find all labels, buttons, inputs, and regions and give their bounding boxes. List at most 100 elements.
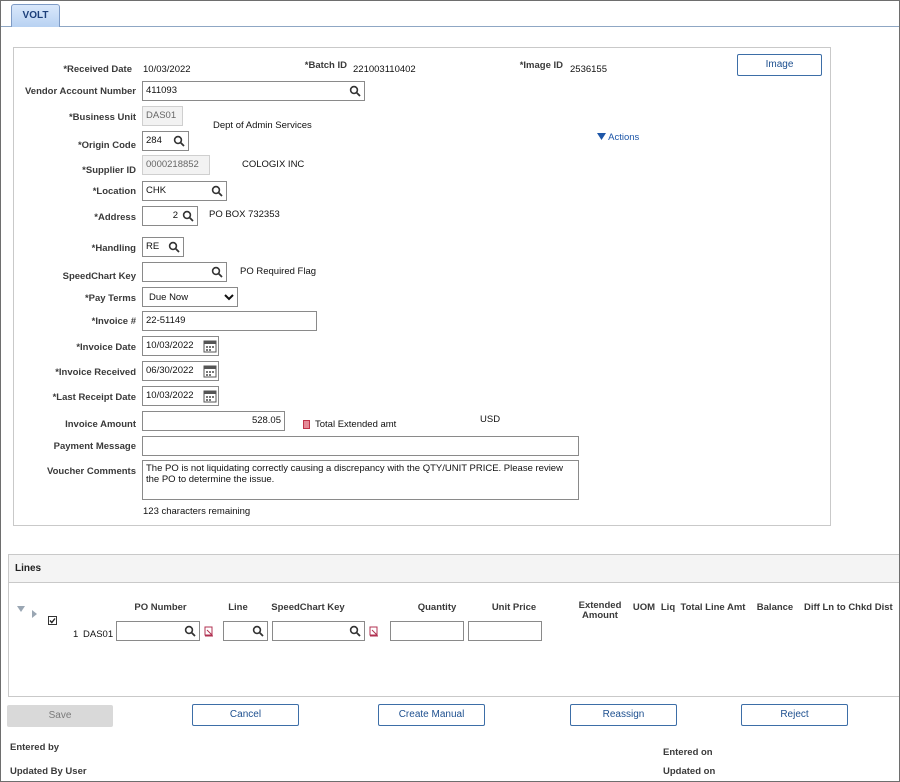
supplier-id-input: 0000218852 (142, 155, 210, 175)
handling-label: *Handling (91, 243, 136, 254)
save-button[interactable]: Save (7, 705, 113, 727)
line-select-checkbox[interactable] (48, 616, 57, 625)
col-balance: Balance (756, 602, 794, 613)
voucher-comments-textarea[interactable]: The PO is not liquidating correctly caus… (142, 460, 579, 500)
col-line: Line (228, 602, 248, 613)
invoice-date-value: 10/03/2022 (146, 340, 194, 351)
pay-terms-select[interactable]: Due Now (142, 287, 238, 307)
col-liq: Liq (660, 602, 676, 613)
address-label: *Address (94, 212, 136, 223)
handling-input[interactable]: RE (142, 237, 184, 257)
business-unit-input: DAS01 (142, 106, 183, 126)
search-icon[interactable] (182, 210, 194, 222)
expand-arrow-icon[interactable] (32, 610, 37, 618)
create-manual-button[interactable]: Create Manual (378, 704, 485, 726)
calendar-icon[interactable] (203, 339, 217, 353)
entered-by-label: Entered by (10, 742, 60, 753)
calendar-icon[interactable] (203, 364, 217, 378)
received-date-value: 10/03/2022 (143, 64, 191, 75)
origin-code-label: *Origin Code (77, 140, 136, 151)
search-icon[interactable] (349, 85, 361, 97)
collapse-triangle-icon[interactable] (17, 606, 25, 612)
supplier-name: COLOGIX INC (242, 159, 305, 170)
updated-on-label: Updated on (663, 766, 716, 777)
po-link-icon[interactable] (204, 626, 214, 637)
location-value: CHK (146, 185, 167, 196)
speedchart-input[interactable] (142, 262, 227, 282)
search-icon[interactable] (252, 625, 264, 637)
invoice-amount-input[interactable]: 528.05 (142, 411, 285, 431)
line-number: 1 (73, 629, 79, 640)
last-receipt-label: *Last Receipt Date (52, 392, 136, 403)
vendor-account-input[interactable]: 411093 (142, 81, 365, 101)
col-extended-amount: Extended Amount (578, 600, 622, 621)
location-label: *Location (92, 186, 136, 197)
col-speedchart-key: SpeedChart Key (271, 602, 345, 613)
address-desc: PO BOX 732353 (209, 209, 280, 220)
cancel-button[interactable]: Cancel (192, 704, 299, 726)
search-icon[interactable] (349, 625, 361, 637)
line-quantity-input[interactable] (390, 621, 464, 641)
business-unit-desc: Dept of Admin Services (213, 120, 312, 131)
business-unit-label: *Business Unit (68, 112, 136, 123)
lines-title: Lines (15, 563, 42, 574)
actions-link[interactable]: Actions (597, 132, 639, 143)
search-icon[interactable] (211, 266, 223, 278)
po-required-flag: PO Required Flag (240, 266, 317, 277)
line-speedchart-input[interactable] (272, 621, 365, 641)
search-icon[interactable] (184, 625, 196, 637)
invoice-received-label: *Invoice Received (55, 367, 136, 378)
lines-header (9, 555, 899, 583)
search-icon[interactable] (168, 241, 180, 253)
tab-bar-divider (0, 26, 900, 27)
tab-volt[interactable]: VOLT (11, 4, 60, 27)
error-flag-icon (303, 420, 310, 429)
calendar-icon[interactable] (203, 389, 217, 403)
received-date-label: *Received Date (63, 64, 132, 75)
reject-button[interactable]: Reject (741, 704, 848, 726)
search-icon[interactable] (173, 135, 185, 147)
pay-terms-label: *Pay Terms (84, 293, 136, 304)
line-business-unit: DAS01 (83, 629, 114, 640)
voucher-comments-label: Voucher Comments (46, 466, 136, 477)
col-quantity: Quantity (417, 602, 457, 613)
image-button[interactable]: Image (737, 54, 822, 76)
batch-id-label: *Batch ID (304, 60, 347, 71)
supplier-id-label: *Supplier ID (82, 165, 136, 176)
caret-down-icon (597, 133, 606, 140)
characters-remaining: 123 characters remaining (143, 506, 251, 517)
line-po-number-input[interactable] (116, 621, 200, 641)
address-input[interactable]: 2 (142, 206, 198, 226)
search-icon[interactable] (211, 185, 223, 197)
vendor-account-label: Vendor Account Number (24, 86, 136, 97)
speedchart-label: SpeedChart Key (62, 271, 136, 282)
last-receipt-value: 10/03/2022 (146, 390, 194, 401)
line-number-input[interactable] (223, 621, 268, 641)
vendor-account-value: 411093 (146, 85, 177, 96)
col-unit-price: Unit Price (491, 602, 537, 613)
line-unit-price-input[interactable] (468, 621, 542, 641)
origin-code-input[interactable]: 284 (142, 131, 189, 151)
batch-id-value: 221003110402 (353, 64, 416, 75)
entered-on-label: Entered on (663, 747, 713, 758)
col-uom: UOM (632, 602, 656, 613)
total-extended-label: Total Extended amt (315, 419, 397, 430)
invoice-amount-label: Invoice Amount (65, 419, 136, 430)
payment-message-label: Payment Message (53, 441, 136, 452)
invoice-number-label: *Invoice # (91, 316, 136, 327)
col-total-line-amt: Total Line Amt (680, 602, 746, 613)
location-input[interactable]: CHK (142, 181, 227, 201)
updated-by-label: Updated By User (10, 766, 87, 777)
payment-message-input[interactable] (142, 436, 579, 456)
image-id-label: *Image ID (519, 60, 563, 71)
reassign-button[interactable]: Reassign (570, 704, 677, 726)
handling-value: RE (146, 241, 160, 252)
image-id-value: 2536155 (570, 64, 607, 75)
invoice-received-value: 06/30/2022 (146, 365, 194, 376)
actions-label: Actions (608, 132, 640, 143)
col-po-number: PO Number (134, 602, 187, 613)
invoice-date-label: *Invoice Date (76, 342, 136, 353)
origin-code-value: 284 (146, 135, 162, 146)
invoice-number-input[interactable]: 22-51149 (142, 311, 317, 331)
speedchart-link-icon[interactable] (369, 626, 379, 637)
